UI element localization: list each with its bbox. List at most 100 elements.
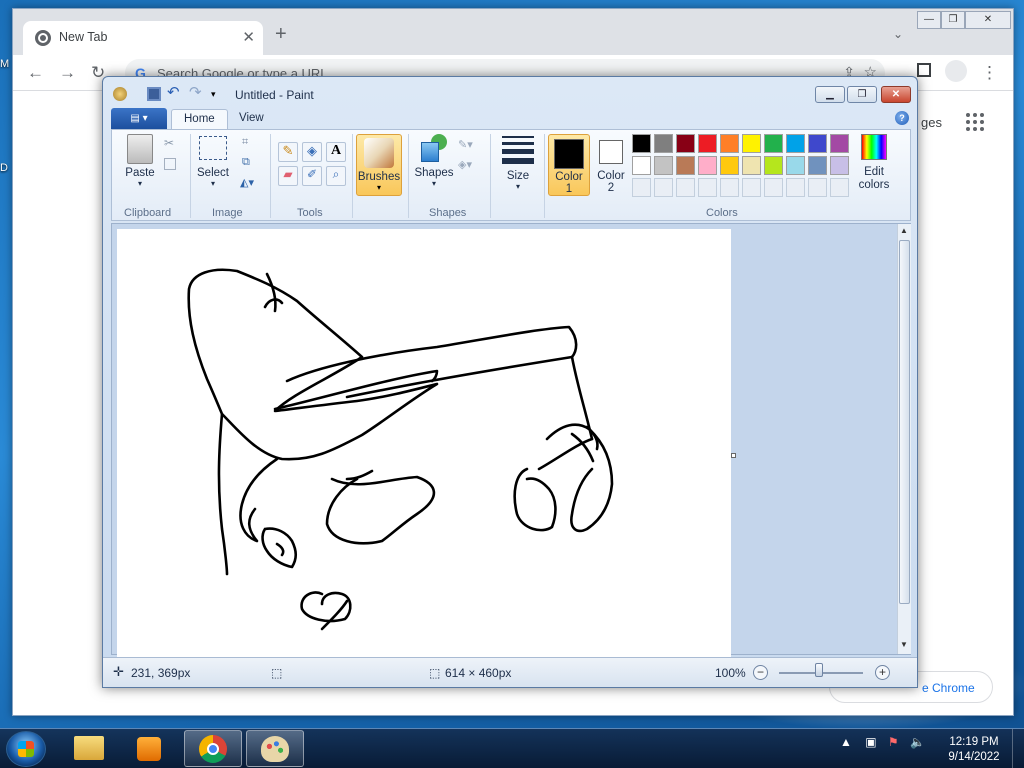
- paint-maximize-button[interactable]: ❐: [847, 86, 877, 103]
- paint-title-bar[interactable]: ↶ ↷ ▾ Untitled - Paint ▁ ❐ ✕: [103, 77, 917, 107]
- tab-search-icon[interactable]: ⌄: [893, 27, 903, 41]
- palette-swatch[interactable]: [808, 156, 827, 175]
- palette-swatch[interactable]: [742, 156, 761, 175]
- rotate-icon[interactable]: ◭▾: [240, 176, 254, 189]
- eraser-icon[interactable]: ▰: [278, 166, 298, 186]
- palette-swatch[interactable]: [720, 178, 739, 197]
- taskbar-media-player[interactable]: [120, 730, 178, 767]
- magnifier-icon[interactable]: ⌕: [326, 166, 346, 186]
- fill-icon[interactable]: ◈: [302, 142, 322, 162]
- palette-swatch[interactable]: [654, 134, 673, 153]
- tab-close-icon[interactable]: ✕: [242, 28, 255, 46]
- help-icon[interactable]: ?: [895, 111, 909, 125]
- tab-new-tab[interactable]: New Tab ✕: [23, 21, 263, 55]
- paint-file-menu-button[interactable]: ▤ ▾: [111, 108, 167, 129]
- palette-swatch[interactable]: [764, 178, 783, 197]
- palette-swatch[interactable]: [808, 134, 827, 153]
- chrome-close-button[interactable]: ✕: [965, 11, 1011, 29]
- palette-swatch[interactable]: [720, 134, 739, 153]
- scroll-down-icon[interactable]: ▼: [900, 640, 908, 649]
- palette-swatch[interactable]: [830, 156, 849, 175]
- palette-swatch[interactable]: [654, 156, 673, 175]
- text-icon[interactable]: A: [326, 142, 346, 162]
- google-apps-icon[interactable]: [966, 113, 986, 133]
- redo-icon[interactable]: ↷: [189, 83, 203, 101]
- customize-qat-icon[interactable]: ▾: [211, 89, 225, 103]
- zoom-slider-thumb[interactable]: [815, 663, 823, 677]
- zoom-in-button[interactable]: +: [875, 665, 890, 680]
- show-desktop-button[interactable]: [1012, 729, 1024, 768]
- palette-swatch[interactable]: [698, 134, 717, 153]
- tray-overflow-icon[interactable]: ▲: [840, 735, 852, 749]
- palette-swatch[interactable]: [764, 134, 783, 153]
- color2-button[interactable]: Color 2: [590, 134, 632, 196]
- size-button[interactable]: Size ▾: [498, 134, 538, 191]
- taskbar-paint[interactable]: [246, 730, 304, 767]
- network-icon[interactable]: ▣: [865, 735, 876, 749]
- paste-button[interactable]: Paste ▾: [120, 134, 160, 188]
- palette-swatch[interactable]: [786, 134, 805, 153]
- paint-close-button[interactable]: ✕: [881, 86, 911, 103]
- palette-swatch[interactable]: [632, 178, 651, 197]
- action-center-icon[interactable]: ⚑: [888, 735, 899, 749]
- shapes-button[interactable]: Shapes ▾: [412, 134, 456, 188]
- cut-icon[interactable]: ✂: [164, 136, 174, 150]
- scroll-up-icon[interactable]: ▲: [900, 226, 908, 235]
- shape-fill-icon[interactable]: ◈▾: [458, 158, 472, 171]
- palette-swatch[interactable]: [808, 178, 827, 197]
- palette-swatch[interactable]: [698, 178, 717, 197]
- chrome-minimize-button[interactable]: —: [917, 11, 941, 29]
- palette-swatch[interactable]: [676, 178, 695, 197]
- palette-swatch[interactable]: [632, 134, 651, 153]
- undo-icon[interactable]: ↶: [167, 83, 181, 101]
- palette-swatch[interactable]: [830, 134, 849, 153]
- tab-view[interactable]: View: [227, 109, 276, 129]
- clock[interactable]: 12:19 PM 9/14/2022: [944, 735, 1004, 765]
- scrollbar-thumb[interactable]: [899, 240, 910, 604]
- palette-swatch[interactable]: [654, 178, 673, 197]
- volume-icon[interactable]: 🔈: [910, 735, 925, 749]
- palette-swatch[interactable]: [676, 134, 695, 153]
- palette-swatch[interactable]: [830, 178, 849, 197]
- taskbar-chrome[interactable]: [184, 730, 242, 767]
- desktop-icon-label[interactable]: D: [0, 162, 8, 174]
- taskbar-explorer[interactable]: [60, 730, 118, 767]
- palette-swatch[interactable]: [764, 156, 783, 175]
- desktop-icon-label[interactable]: M: [0, 58, 9, 70]
- save-icon[interactable]: [147, 87, 161, 101]
- brushes-button[interactable]: Brushes ▾: [356, 134, 402, 196]
- menu-dots-icon[interactable]: ⋮: [981, 63, 998, 83]
- palette-swatch[interactable]: [786, 156, 805, 175]
- paint-minimize-button[interactable]: ▁: [815, 86, 845, 103]
- start-button[interactable]: [6, 731, 46, 767]
- chrome-maximize-button[interactable]: ❐: [941, 11, 965, 29]
- palette-swatch[interactable]: [742, 134, 761, 153]
- color1-button[interactable]: Color 1: [548, 134, 590, 196]
- resize-icon[interactable]: ⧉: [242, 156, 250, 169]
- palette-swatch[interactable]: [676, 156, 695, 175]
- profile-avatar[interactable]: [945, 60, 967, 82]
- edit-colors-button[interactable]: Edit colors: [856, 134, 892, 192]
- palette-swatch[interactable]: [720, 156, 739, 175]
- side-panel-icon[interactable]: [917, 63, 931, 77]
- copy-icon[interactable]: [164, 158, 176, 170]
- forward-icon[interactable]: →: [59, 63, 76, 83]
- back-icon[interactable]: ←: [27, 63, 44, 83]
- new-tab-button[interactable]: +: [275, 23, 287, 46]
- color-picker-icon[interactable]: ✐: [302, 166, 322, 186]
- palette-swatch[interactable]: [632, 156, 651, 175]
- palette-swatch[interactable]: [786, 178, 805, 197]
- crop-icon[interactable]: ⌗: [242, 136, 248, 149]
- zoom-out-button[interactable]: −: [753, 665, 768, 680]
- paint-app-icon[interactable]: [113, 87, 127, 101]
- outline-icon[interactable]: ✎▾: [458, 138, 473, 151]
- select-button[interactable]: Select ▾: [194, 134, 232, 188]
- pencil-icon[interactable]: ✎: [278, 142, 298, 162]
- drawing-canvas[interactable]: [117, 229, 731, 659]
- canvas-resize-handle[interactable]: [731, 453, 736, 458]
- palette-swatch[interactable]: [742, 178, 761, 197]
- images-link[interactable]: ges: [921, 115, 942, 130]
- tab-home[interactable]: Home: [171, 109, 228, 129]
- vertical-scrollbar[interactable]: ▲ ▼: [897, 224, 911, 654]
- palette-swatch[interactable]: [698, 156, 717, 175]
